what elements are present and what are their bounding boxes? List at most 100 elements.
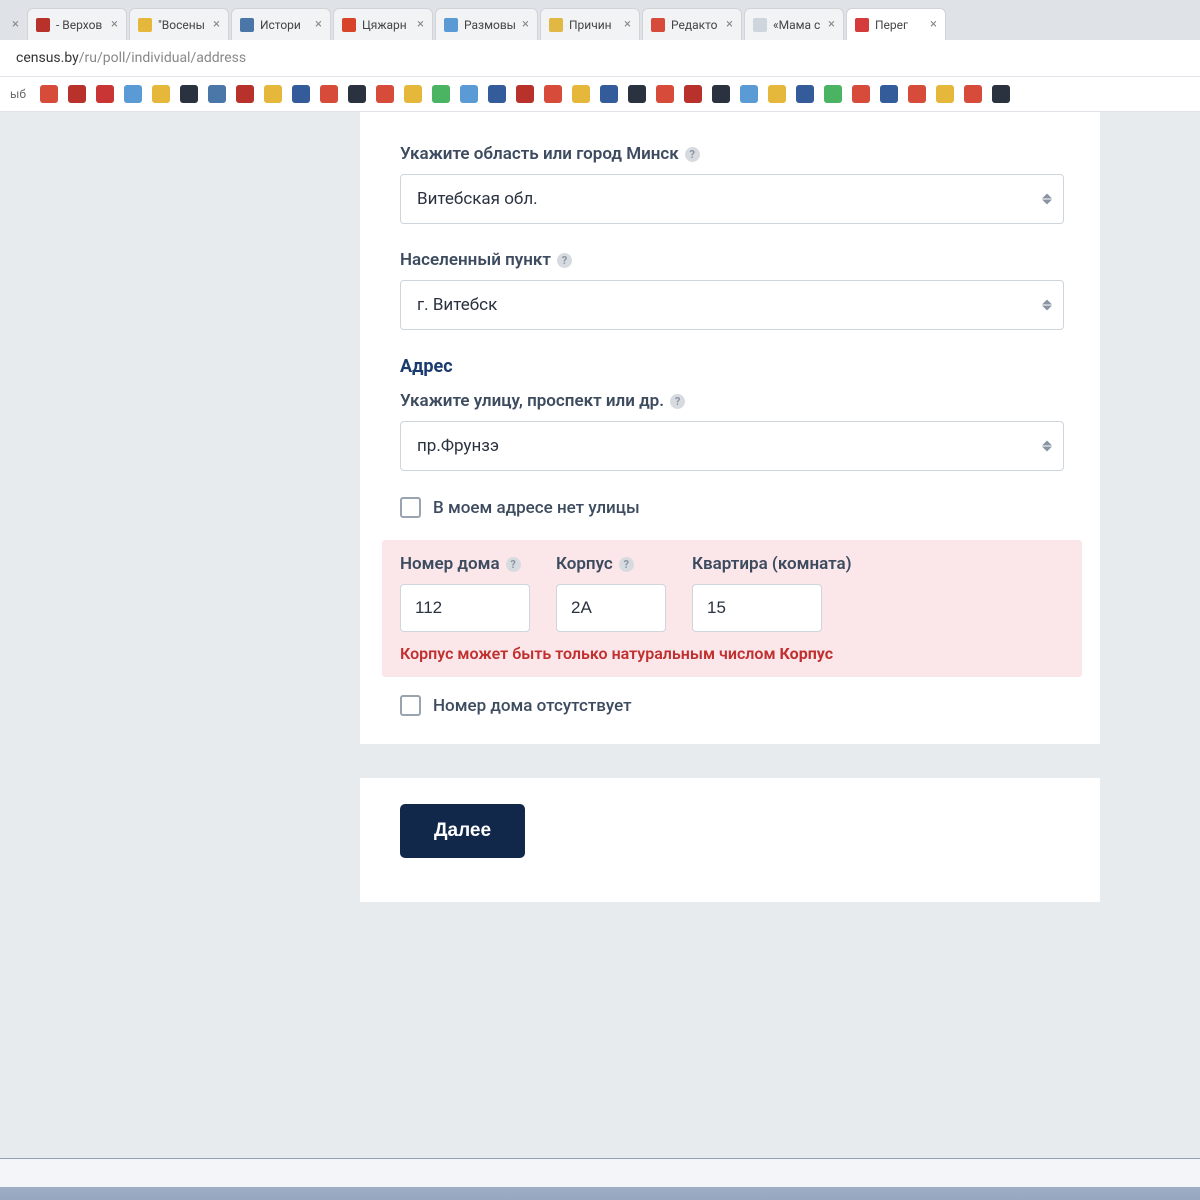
browser-tab[interactable]: Редакто × <box>642 8 742 40</box>
bookmark-icon[interactable] <box>124 85 142 103</box>
browser-tab[interactable]: Цяжарн× <box>333 8 433 40</box>
address-bar[interactable]: census.by/ru/poll/individual/address <box>0 40 1200 77</box>
street-select[interactable]: пр.Фрунзэ <box>400 421 1064 471</box>
korpus-input[interactable] <box>556 584 666 632</box>
no-house-checkbox-row: Номер дома отсутствует <box>400 695 1064 716</box>
tab-label: Перег <box>875 18 924 32</box>
bookmark-icon[interactable] <box>712 85 730 103</box>
bookmark-icon[interactable] <box>796 85 814 103</box>
next-button[interactable]: Далее <box>400 804 525 858</box>
bookmark-icon[interactable] <box>656 85 674 103</box>
bookmark-icon[interactable] <box>544 85 562 103</box>
bookmark-icon[interactable] <box>908 85 926 103</box>
url-path: /ru/poll/individual/address <box>79 50 246 66</box>
house-input[interactable] <box>400 584 530 632</box>
close-icon[interactable]: × <box>417 17 424 32</box>
bookmark-icon[interactable] <box>516 85 534 103</box>
close-icon[interactable]: × <box>111 17 118 32</box>
no-house-label: Номер дома отсутствует <box>433 696 632 716</box>
bookmark-icon[interactable] <box>180 85 198 103</box>
close-icon[interactable]: × <box>726 17 733 32</box>
favicon-icon <box>753 18 767 32</box>
bookmark-icon[interactable] <box>152 85 170 103</box>
browser-tab[interactable]: Размовы × <box>435 8 538 40</box>
bookmark-icon[interactable] <box>684 85 702 103</box>
apt-input[interactable] <box>692 584 822 632</box>
bookmark-icon[interactable] <box>40 85 58 103</box>
form-card: Укажите область или город Минск ? Витебс… <box>360 112 1100 744</box>
chevron-updown-icon <box>1042 441 1052 452</box>
footer-card: Далее <box>360 778 1100 902</box>
close-icon[interactable]: × <box>315 17 322 32</box>
help-icon[interactable]: ? <box>619 557 634 572</box>
close-icon[interactable]: × <box>828 17 835 32</box>
tab-label: Редакто <box>671 18 720 32</box>
browser-tab-strip: × - Верхов×"Восены×Истори×Цяжарн×Размовы… <box>0 0 1200 40</box>
region-value: Витебская обл. <box>400 174 1064 224</box>
bookmark-icon[interactable] <box>236 85 254 103</box>
bookmarks-label: ыб <box>10 87 30 101</box>
bookmark-icon[interactable] <box>880 85 898 103</box>
bookmark-icon[interactable] <box>68 85 86 103</box>
bookmark-icon[interactable] <box>208 85 226 103</box>
bookmark-icon[interactable] <box>404 85 422 103</box>
bookmark-icon[interactable] <box>348 85 366 103</box>
bookmark-icon[interactable] <box>964 85 982 103</box>
favicon-icon <box>342 18 356 32</box>
browser-tab[interactable]: "Восены × <box>129 8 229 40</box>
bookmark-icon[interactable] <box>600 85 618 103</box>
bookmark-icon[interactable] <box>376 85 394 103</box>
street-value: пр.Фрунзэ <box>400 421 1064 471</box>
no-street-label: В моем адресе нет улицы <box>433 498 640 518</box>
bookmark-icon[interactable] <box>432 85 450 103</box>
bookmark-icon[interactable] <box>488 85 506 103</box>
url-host: census.by <box>16 50 79 66</box>
help-icon[interactable]: ? <box>670 394 685 409</box>
bookmark-icon[interactable] <box>96 85 114 103</box>
bookmark-icon[interactable] <box>768 85 786 103</box>
favicon-icon <box>855 18 869 32</box>
bookmark-icon[interactable] <box>292 85 310 103</box>
bookmark-icon[interactable] <box>460 85 478 103</box>
close-icon[interactable]: × <box>624 17 631 32</box>
browser-tab[interactable]: - Верхов× <box>27 8 127 40</box>
bookmark-icon[interactable] <box>572 85 590 103</box>
region-label: Укажите область или город Минск ? <box>400 144 1064 164</box>
no-street-checkbox[interactable] <box>400 497 421 518</box>
bookmark-icon[interactable] <box>852 85 870 103</box>
tab-label: Размовы <box>464 18 516 32</box>
error-message: Корпус может быть только натуральным чис… <box>400 644 1064 663</box>
bookmark-icon[interactable] <box>740 85 758 103</box>
help-icon[interactable]: ? <box>506 557 521 572</box>
favicon-icon <box>549 18 563 32</box>
no-house-checkbox[interactable] <box>400 695 421 716</box>
close-icon[interactable]: × <box>213 17 220 32</box>
locality-select[interactable]: г. Витебск <box>400 280 1064 330</box>
page-body: Укажите область или город Минск ? Витебс… <box>0 112 1200 902</box>
bookmark-icon[interactable] <box>992 85 1010 103</box>
browser-tab[interactable]: Перег × <box>846 8 946 40</box>
close-icon[interactable]: × <box>12 17 19 32</box>
help-icon[interactable]: ? <box>557 253 572 268</box>
tab-label: «Мама с <box>773 18 822 32</box>
bookmark-icon[interactable] <box>936 85 954 103</box>
locality-label: Населенный пункт ? <box>400 250 1064 270</box>
error-panel: Номер дома ? Корпус ? Квартира (комната) <box>382 540 1082 677</box>
close-icon[interactable]: × <box>522 17 529 32</box>
bookmark-icon[interactable] <box>264 85 282 103</box>
help-icon[interactable]: ? <box>685 147 700 162</box>
browser-tab[interactable]: «Мама с × <box>744 8 844 40</box>
bookmark-icon[interactable] <box>824 85 842 103</box>
tab-label: "Восены <box>158 18 207 32</box>
favicon-icon <box>651 18 665 32</box>
house-label: Номер дома ? <box>400 554 530 574</box>
browser-tab[interactable]: Причин× <box>540 8 640 40</box>
chevron-updown-icon <box>1042 300 1052 311</box>
region-select[interactable]: Витебская обл. <box>400 174 1064 224</box>
browser-tab[interactable]: Истори× <box>231 8 331 40</box>
bookmark-icon[interactable] <box>628 85 646 103</box>
bookmarks-bar: ыб <box>0 77 1200 112</box>
locality-value: г. Витебск <box>400 280 1064 330</box>
close-icon[interactable]: × <box>930 17 937 32</box>
bookmark-icon[interactable] <box>320 85 338 103</box>
